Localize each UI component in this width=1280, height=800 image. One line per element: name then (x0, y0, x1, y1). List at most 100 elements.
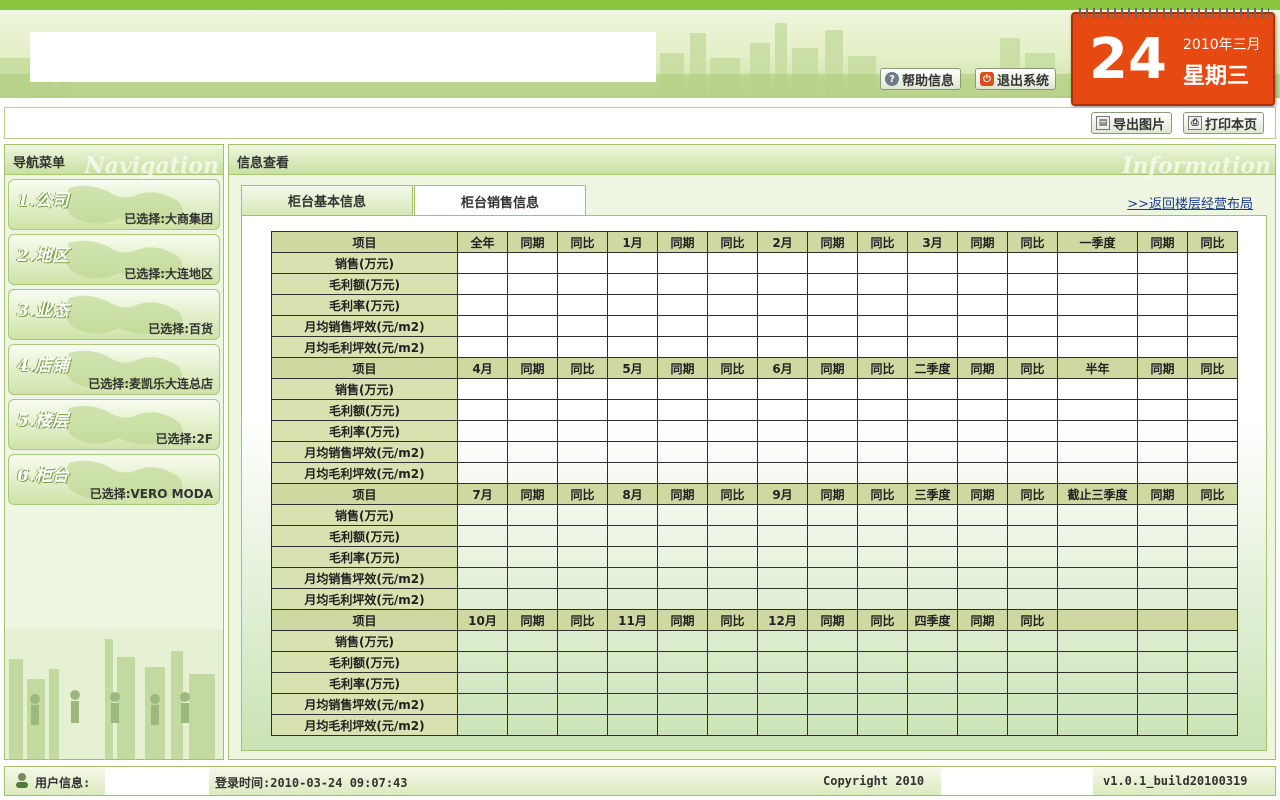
table-cell (957, 294, 1008, 316)
table-cell (957, 315, 1008, 337)
table-cell (1057, 378, 1138, 400)
table-cell (1187, 378, 1238, 400)
table-cell (757, 693, 808, 715)
table-cell (1187, 273, 1238, 295)
back-to-floor-layout-link[interactable]: >>返回楼层经营布局 (1127, 193, 1253, 212)
table-row: 销售(万元) (271, 630, 1238, 652)
copyright-text: Copyright 2010 (823, 774, 925, 788)
table-row: 毛利率(万元) (271, 420, 1238, 442)
table-header-cell: 同比 (1007, 231, 1058, 253)
tab-counter-sales-info[interactable]: 柜台销售信息 (414, 185, 586, 216)
table-cell (1007, 651, 1058, 673)
help-button[interactable]: ? 帮助信息 (880, 68, 962, 90)
export-image-button[interactable]: ▤ 导出图片 (1091, 112, 1173, 134)
table-cell (757, 294, 808, 316)
table-cell (1137, 567, 1188, 589)
table-cell (857, 546, 908, 568)
table-cell (607, 588, 658, 610)
table-cell (807, 336, 858, 358)
table-cell (907, 294, 958, 316)
table-cell (707, 651, 758, 673)
table-header-cell: 同期 (807, 609, 858, 631)
table-cell (757, 588, 808, 610)
table-row: 销售(万元) (271, 504, 1238, 526)
table-cell (957, 462, 1008, 484)
table-cell (857, 378, 908, 400)
table-header-cell: 9月 (757, 483, 808, 505)
nav-item-counter[interactable]: 6.柜台 已选择:VERO MODA (8, 454, 220, 505)
table-cell (1057, 546, 1138, 568)
table-cell (557, 294, 608, 316)
table-cell (1137, 336, 1188, 358)
redacted-user-name (105, 767, 209, 795)
nav-item-floor-selection: 已选择:2F (155, 432, 213, 446)
table-cell (557, 378, 608, 400)
table-cell (807, 315, 858, 337)
table-cell (957, 525, 1008, 547)
table-cell (657, 567, 708, 589)
table-cell (957, 336, 1008, 358)
table-cell (957, 714, 1008, 736)
table-row-label: 月均销售坪效(元/m2) (271, 441, 458, 463)
table-row-label: 月均销售坪效(元/m2) (271, 693, 458, 715)
table-cell (1137, 462, 1188, 484)
table-cell (807, 399, 858, 421)
table-cell (757, 273, 808, 295)
table-cell (807, 504, 858, 526)
table-cell (1007, 336, 1058, 358)
table-cell (1057, 630, 1138, 652)
table-header-cell: 同期 (1137, 231, 1188, 253)
table-cell (507, 336, 558, 358)
nav-item-floor[interactable]: 5.楼层 已选择:2F (8, 399, 220, 450)
table-cell (807, 672, 858, 694)
table-cell (1057, 525, 1138, 547)
table-cell (957, 420, 1008, 442)
table-row: 毛利额(万元) (271, 525, 1238, 547)
table-row-label: 销售(万元) (271, 504, 458, 526)
table-row-label: 毛利额(万元) (271, 525, 458, 547)
table-header-cell: 同期 (507, 231, 558, 253)
table-cell (607, 315, 658, 337)
table-cell (1057, 693, 1138, 715)
table-header-cell: 同比 (707, 357, 758, 379)
table-cell (857, 693, 908, 715)
table-cell (857, 273, 908, 295)
table-cell (1007, 378, 1058, 400)
nav-item-region[interactable]: 2.地区 已选择:大连地区 (8, 234, 220, 285)
table-cell (507, 399, 558, 421)
tab-counter-basic-info[interactable]: 柜台基本信息 (241, 185, 413, 215)
nav-item-store-selection: 已选择:麦凯乐大连总店 (88, 377, 213, 391)
table-header-cell: 同期 (1137, 483, 1188, 505)
table-cell (457, 420, 508, 442)
calendar-year-month: 2010年三月 (1183, 37, 1261, 53)
info-panel: 信息查看 Information 柜台基本信息 柜台销售信息 >>返回楼层经营布… (228, 144, 1276, 760)
table-cell (757, 252, 808, 274)
table-cell (707, 399, 758, 421)
nav-item-store[interactable]: 4.店铺 已选择:麦凯乐大连总店 (8, 344, 220, 395)
nav-item-company[interactable]: 1.公司 已选择:大商集团 (8, 179, 220, 230)
table-row-label: 毛利额(万元) (271, 399, 458, 421)
table-cell (457, 294, 508, 316)
table-cell (1057, 567, 1138, 589)
table-cell (807, 462, 858, 484)
info-panel-title: 信息查看 (237, 156, 290, 171)
table-cell (457, 441, 508, 463)
print-page-button[interactable]: ⎙ 打印本页 (1183, 112, 1265, 134)
calendar-day: 24 (1089, 27, 1167, 92)
table-row-label: 毛利率(万元) (271, 420, 458, 442)
table-header-cell: 同期 (507, 483, 558, 505)
table-header-cell: 三季度 (907, 483, 958, 505)
table-cell (657, 714, 708, 736)
table-cell (507, 630, 558, 652)
nav-item-format[interactable]: 3.业态 已选择:百货 (8, 289, 220, 340)
table-cell (657, 399, 708, 421)
table-cell (857, 651, 908, 673)
table-cell (757, 714, 808, 736)
table-cell (1187, 525, 1238, 547)
table-cell (457, 672, 508, 694)
status-footer: 用户信息: 登录时间:2010-03-24 09:07:43 Copyright… (4, 766, 1276, 796)
exit-button[interactable]: ⏻ 退出系统 (975, 68, 1057, 90)
table-cell (507, 315, 558, 337)
table-row-label: 毛利率(万元) (271, 672, 458, 694)
table-cell (1007, 462, 1058, 484)
